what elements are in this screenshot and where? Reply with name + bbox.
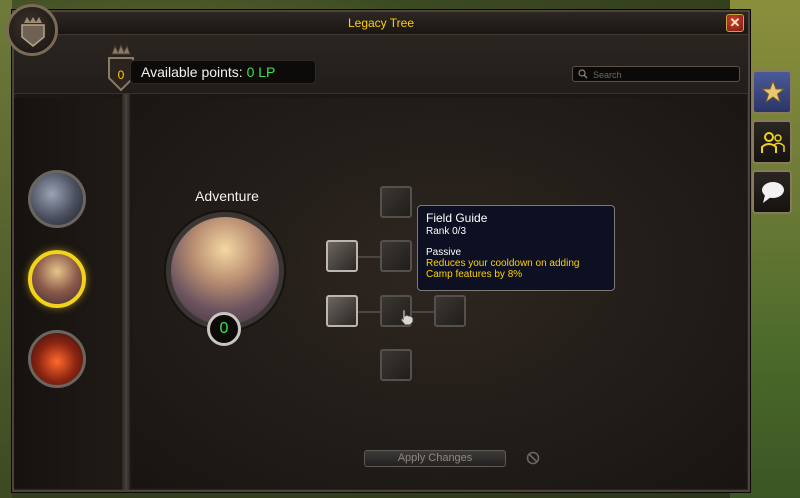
search-icon: [578, 69, 588, 79]
window-emblem: [6, 4, 58, 56]
tree-title: Adventure: [195, 188, 259, 204]
sidebar-divider: [122, 94, 130, 490]
tooltip-title: Field Guide: [426, 211, 488, 225]
tooltip-rank: Rank 0/3: [426, 226, 467, 237]
side-tab-chat[interactable]: [752, 170, 792, 214]
available-points-value: 0 LP: [246, 64, 276, 80]
talent-node[interactable]: [380, 186, 412, 218]
node-link: [358, 311, 380, 313]
talent-node[interactable]: [434, 295, 466, 327]
chat-bubble-icon: [762, 182, 784, 203]
tooltip-type: Passive: [426, 247, 462, 258]
talent-node[interactable]: [326, 240, 358, 272]
talent-node[interactable]: [380, 240, 412, 272]
window-title: Legacy Tree: [347, 16, 415, 30]
tooltip-description: Reduces your cooldown on adding Camp fea…: [426, 258, 580, 280]
search-box[interactable]: [572, 66, 740, 83]
hand-cursor-icon: [400, 309, 414, 326]
world-background-left: [0, 0, 12, 498]
available-points-label: Available points:: [141, 64, 247, 80]
talent-node[interactable]: [326, 295, 358, 327]
category-button-3[interactable]: [28, 330, 86, 388]
shield-icon: [21, 17, 45, 47]
star-icon: [760, 79, 786, 104]
apply-changes-button[interactable]: Apply Changes: [364, 450, 506, 467]
available-points-bar: Available points: 0 LP: [130, 60, 316, 84]
side-tab-group[interactable]: [752, 120, 792, 164]
title-bar[interactable]: Legacy Tree ✕: [14, 12, 748, 35]
talent-node[interactable]: [380, 349, 412, 381]
category-button-1[interactable]: [28, 170, 86, 228]
category-button-adventure[interactable]: [28, 250, 86, 308]
close-button[interactable]: ✕: [726, 14, 744, 32]
node-link: [358, 256, 380, 258]
side-tab-achievements[interactable]: [752, 70, 792, 114]
search-input[interactable]: [591, 67, 735, 83]
reset-icon[interactable]: [526, 451, 540, 465]
group-icon: [761, 132, 785, 153]
talent-tooltip: Field Guide Rank 0/3 Passive Reduces you…: [417, 205, 615, 291]
tree-points-spent: 0: [207, 312, 241, 346]
